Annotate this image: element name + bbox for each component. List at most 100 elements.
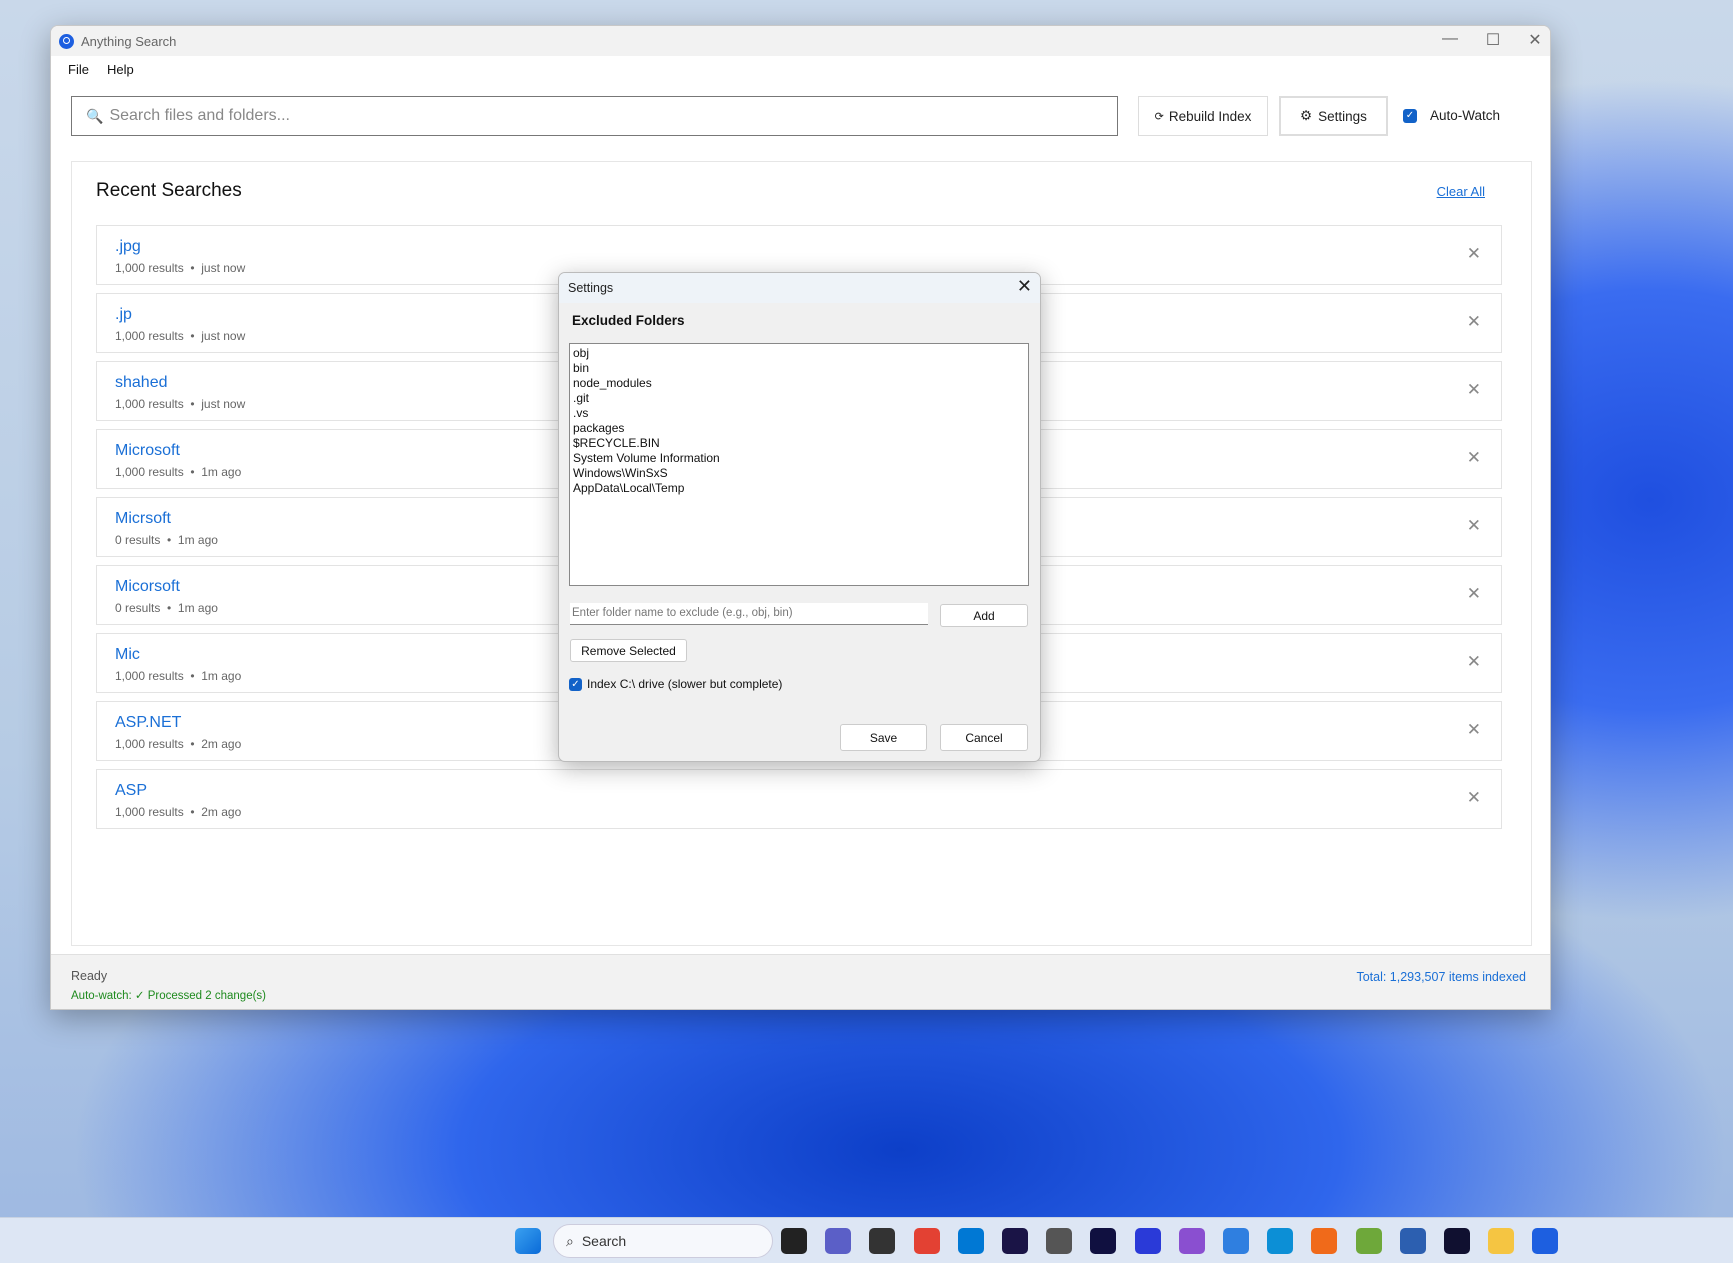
- remove-item-icon[interactable]: ✕: [1467, 516, 1481, 536]
- anything-search-icon[interactable]: [1532, 1228, 1559, 1254]
- file-explorer-icon[interactable]: [1488, 1228, 1515, 1254]
- app-logo-icon: [59, 33, 74, 49]
- dialog-title: Settings: [568, 281, 614, 295]
- dialog-close-icon[interactable]: ✕: [1017, 276, 1032, 297]
- excluded-folders-heading: Excluded Folders: [572, 313, 685, 328]
- remove-item-icon[interactable]: ✕: [1467, 312, 1481, 332]
- dialog-title-bar: Settings ✕: [559, 273, 1040, 303]
- teams-icon[interactable]: [825, 1228, 852, 1254]
- remove-item-icon[interactable]: ✕: [1467, 380, 1481, 400]
- status-total: Total: 1,293,507 items indexed: [1356, 970, 1526, 984]
- search-icon: ⌕: [566, 1232, 574, 1249]
- search-term: shahed: [115, 374, 168, 391]
- app-icon[interactable]: [1223, 1228, 1249, 1254]
- search-meta: 1,000 results • 1m ago: [115, 465, 242, 479]
- remove-item-icon[interactable]: ✕: [1467, 584, 1481, 604]
- checkbox-checked-icon: ✓: [1403, 108, 1417, 123]
- search-meta: 1,000 results • just now: [115, 397, 246, 411]
- terminal-icon[interactable]: [869, 1228, 896, 1254]
- excluded-folder-item[interactable]: node_modules: [573, 376, 1025, 391]
- excluded-folder-item[interactable]: $RECYCLE.BIN: [573, 436, 1025, 451]
- search-term: .jp: [115, 306, 132, 323]
- app-icon[interactable]: [1090, 1228, 1117, 1254]
- search-meta: 0 results • 1m ago: [115, 533, 218, 547]
- taskbar-search-label: Search: [581, 1233, 627, 1249]
- excluded-folder-item[interactable]: System Volume Information: [573, 451, 1025, 466]
- task-view-icon[interactable]: [781, 1228, 807, 1254]
- edge-icon[interactable]: [1267, 1228, 1294, 1254]
- search-placeholder: Search files and folders...: [109, 107, 290, 124]
- autowatch-label: Auto-Watch: [1430, 108, 1501, 123]
- search-term: ASP.NET: [115, 714, 182, 731]
- snipping-tool-icon[interactable]: [1002, 1228, 1028, 1254]
- excluded-folder-item[interactable]: .git: [573, 391, 1025, 406]
- remove-selected-button[interactable]: Remove Selected: [570, 639, 687, 662]
- search-meta: 1,000 results • 2m ago: [115, 805, 242, 819]
- refresh-icon: ⟳: [1154, 110, 1164, 123]
- status-autowatch: Auto-watch: ✓ Processed 2 change(s): [71, 990, 267, 1002]
- excluded-folder-item[interactable]: obj: [573, 346, 1025, 361]
- excluded-folder-item[interactable]: packages: [573, 421, 1025, 436]
- remove-item-icon[interactable]: ✕: [1467, 652, 1481, 672]
- cancel-button[interactable]: Cancel: [940, 724, 1028, 751]
- maximize-button[interactable]: ☐: [1478, 30, 1508, 50]
- remove-item-icon[interactable]: ✕: [1467, 244, 1481, 264]
- excluded-folders-list[interactable]: obj bin node_modules .git .vs packages $RECYCL…: [569, 343, 1029, 586]
- search-term: .jpg: [115, 238, 141, 255]
- save-button[interactable]: Save: [840, 724, 927, 751]
- search-meta: 1,000 results • just now: [115, 261, 246, 275]
- add-button[interactable]: Add: [940, 604, 1028, 627]
- search-meta: 1,000 results • 1m ago: [115, 669, 242, 683]
- close-button[interactable]: ✕: [1520, 30, 1550, 50]
- search-meta: 1,000 results • 2m ago: [115, 737, 242, 751]
- status-ready: Ready: [71, 969, 108, 983]
- search-term: ASP: [115, 782, 148, 799]
- clock-icon[interactable]: [1046, 1228, 1073, 1254]
- remote-desktop-icon[interactable]: [1399, 1228, 1426, 1254]
- settings-button[interactable]: ⚙ Settings: [1279, 96, 1388, 136]
- index-c-label: Index C:\ drive (slower but complete): [587, 677, 783, 691]
- autowatch-checkbox[interactable]: ✓ Auto-Watch: [1403, 108, 1500, 123]
- rebuild-label: Rebuild Index: [1168, 108, 1252, 124]
- taskbar-search[interactable]: ⌕ Search: [553, 1224, 773, 1258]
- vscode-icon[interactable]: [957, 1228, 984, 1254]
- visual-studio-icon[interactable]: [1178, 1228, 1205, 1254]
- gear-icon: ⚙: [1300, 108, 1313, 123]
- settings-label: Settings: [1318, 108, 1367, 124]
- rebuild-index-button[interactable]: ⟳ Rebuild Index: [1138, 96, 1268, 136]
- status-bar: Ready Auto-watch: ✓ Processed 2 change(s…: [51, 954, 1550, 1009]
- index-c-drive-checkbox[interactable]: ✓ Index C:\ drive (slower but complete): [569, 677, 782, 691]
- remove-item-icon[interactable]: ✕: [1467, 788, 1481, 808]
- firefox-icon[interactable]: [1311, 1228, 1338, 1254]
- remove-item-icon[interactable]: ✕: [1467, 720, 1481, 740]
- search-term: Mic: [115, 646, 140, 663]
- exclude-folder-placeholder: Enter folder name to exclude (e.g., obj,…: [572, 607, 793, 619]
- search-input[interactable]: 🔍 Search files and folders...: [71, 96, 1118, 136]
- notepad-icon[interactable]: [1355, 1228, 1382, 1254]
- recent-searches-title: Recent Searches: [96, 180, 242, 201]
- menu-help[interactable]: Help: [99, 62, 144, 77]
- app-icon[interactable]: [1134, 1228, 1161, 1254]
- search-term: Microsoft: [115, 442, 180, 459]
- remove-item-icon[interactable]: ✕: [1467, 448, 1481, 468]
- excluded-folder-item[interactable]: Windows\WinSxS: [573, 466, 1025, 481]
- taskbar: ⌕ Search: [0, 1217, 1733, 1263]
- start-icon[interactable]: [515, 1228, 541, 1254]
- excluded-folder-item[interactable]: bin: [573, 361, 1025, 376]
- chrome-icon[interactable]: [913, 1228, 940, 1254]
- search-meta: 0 results • 1m ago: [115, 601, 218, 615]
- wifi-app-icon[interactable]: [1444, 1228, 1470, 1254]
- excluded-folder-item[interactable]: .vs: [573, 406, 1025, 421]
- search-meta: 1,000 results • just now: [115, 329, 246, 343]
- settings-dialog: Settings ✕ Excluded Folders obj bin node_m…: [558, 272, 1041, 762]
- window-title: Anything Search: [81, 33, 177, 49]
- title-bar: Anything Search — ☐ ✕: [51, 26, 1550, 56]
- exclude-folder-input[interactable]: Enter folder name to exclude (e.g., obj,…: [570, 603, 928, 625]
- minimize-button[interactable]: —: [1435, 30, 1465, 48]
- search-icon: 🔍: [86, 107, 104, 124]
- recent-search-item[interactable]: ASP 1,000 results • 2m ago ✕: [96, 769, 1502, 829]
- menu-file[interactable]: File: [51, 62, 99, 77]
- clear-all-link[interactable]: Clear All: [1437, 184, 1485, 199]
- search-term: Micorsoft: [115, 578, 180, 595]
- excluded-folder-item[interactable]: AppData\Local\Temp: [573, 481, 1025, 496]
